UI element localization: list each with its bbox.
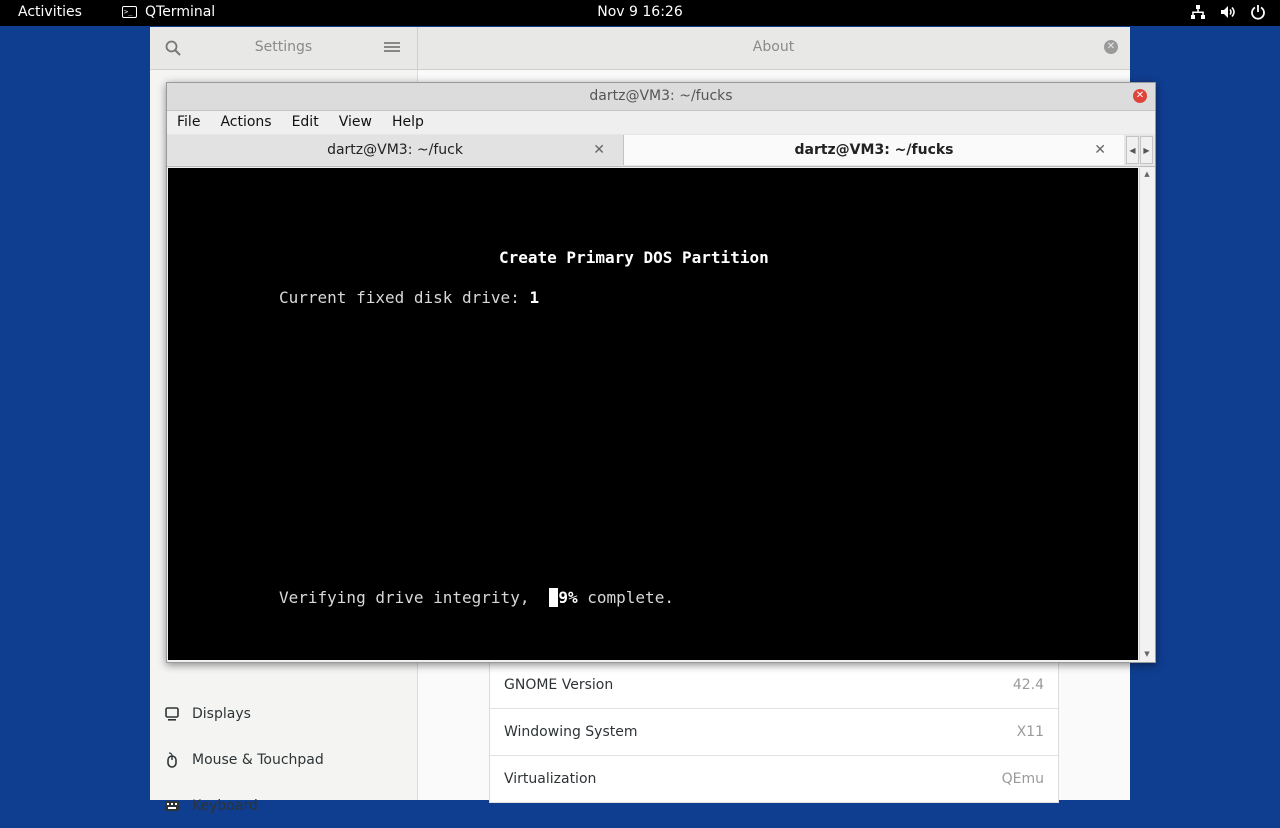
app-name: QTerminal [145,4,216,20]
display-icon [165,707,179,721]
clock[interactable]: Nov 9 16:26 [597,4,682,20]
tab-fuck[interactable]: dartz@VM3: ~/fuck ✕ [167,135,624,165]
settings-title: Settings [254,39,313,55]
close-icon[interactable]: ✕ [1133,89,1147,103]
window-title: dartz@VM3: ~/fucks [589,88,733,104]
terminal-titlebar[interactable]: dartz@VM3: ~/fucks ✕ [167,83,1155,111]
tab-scroll-right-icon[interactable]: ▶ [1140,136,1153,164]
drive-value: 1 [529,288,540,307]
power-icon[interactable] [1250,4,1266,20]
app-menu[interactable]: >_ QTerminal [122,4,215,20]
menu-edit[interactable]: Edit [282,111,329,134]
sidebar-item-label: Keyboard [192,798,258,814]
menu-file[interactable]: File [167,111,210,134]
tab-close-icon[interactable]: ✕ [593,142,605,158]
terminal-scrollbar[interactable]: ▲ ▼ [1139,168,1154,660]
sidebar-item-keyboard[interactable]: Keyboard [150,784,417,828]
tab-label: dartz@VM3: ~/fuck [327,142,463,158]
close-icon[interactable]: ✕ [1104,40,1118,54]
tab-label: dartz@VM3: ~/fucks [794,142,954,158]
progress-percent: 9% [558,588,578,607]
terminal-tabbar: dartz@VM3: ~/fuck ✕ dartz@VM3: ~/fucks ✕… [167,134,1155,167]
terminal-menubar: File Actions Edit View Help [167,111,1155,134]
terminal-window: dartz@VM3: ~/fucks ✕ File Actions Edit V… [166,82,1156,663]
mouse-icon [167,752,177,768]
menu-view[interactable]: View [329,111,382,134]
list-item: Windowing System X11 [490,709,1058,756]
menu-help[interactable]: Help [382,111,434,134]
verify-text: Verifying drive integrity, [279,588,549,607]
verify-suffix: complete. [577,588,674,607]
drive-label: Current fixed disk drive: [279,288,530,307]
tab-scroll-left-icon[interactable]: ◀ [1126,136,1139,164]
tab-close-icon[interactable]: ✕ [1094,142,1106,158]
hamburger-menu-icon[interactable] [384,40,400,54]
network-icon[interactable] [1190,4,1206,20]
sidebar-item-mouse-touchpad[interactable]: Mouse & Touchpad [150,738,417,782]
tab-fucks[interactable]: dartz@VM3: ~/fucks ✕ [624,135,1124,165]
about-details-list: GNOME Version 42.4 Windowing System X11 … [489,661,1059,803]
sidebar-item-label: Displays [192,706,251,722]
system-tray[interactable] [1190,4,1266,20]
page-title: About [752,39,795,55]
terminal-screen[interactable]: Create Primary DOS Partition Current fix… [168,168,1138,660]
menu-actions[interactable]: Actions [210,111,281,134]
terminal-icon: >_ [122,6,137,18]
scroll-down-icon[interactable]: ▼ [1140,648,1154,660]
list-item: GNOME Version 42.4 [490,662,1058,709]
volume-icon[interactable] [1220,4,1236,20]
screen-heading: Create Primary DOS Partition [499,248,769,267]
settings-headerbar: Settings About ✕ [150,27,1130,70]
top-bar: Activities >_ QTerminal Nov 9 16:26 [0,0,1280,26]
scroll-up-icon[interactable]: ▲ [1140,168,1154,180]
sidebar-item-displays[interactable]: Displays [150,692,417,736]
terminal-cursor: 1 [548,588,559,607]
sidebar-item-label: Mouse & Touchpad [192,752,324,768]
keyboard-icon [165,801,179,811]
list-item: Virtualization QEmu [490,756,1058,803]
activities-button[interactable]: Activities [18,4,82,20]
